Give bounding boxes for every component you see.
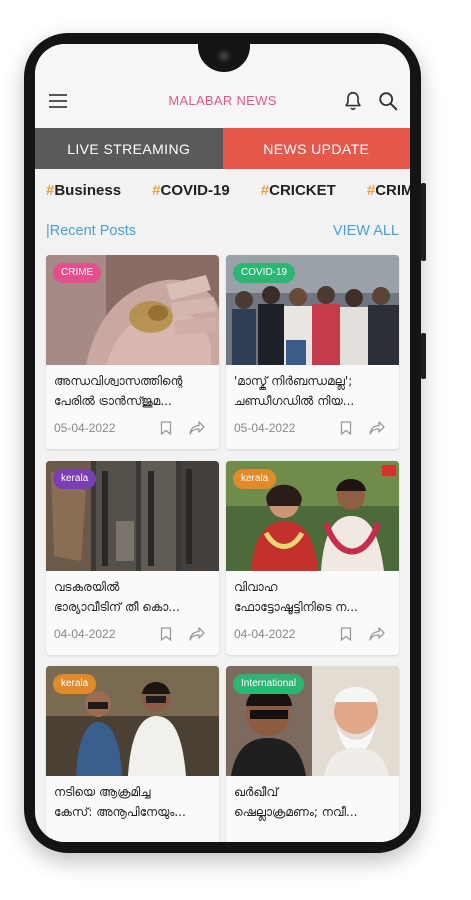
post-card[interactable]: International ഖർഖീവ് ഷെല്ലാക്രമണം; നവീ..… [226,666,399,842]
headline-line-1: അന്ധവിശ്വാസത്തിന്റെ [54,374,183,388]
bell-icon[interactable] [342,90,364,112]
hashtag-bar: #Business #COVID-19 #CRICKET #CRIME [35,169,410,213]
hashtag-label: Business [54,182,122,199]
bookmark-icon[interactable] [340,421,352,435]
post-headline: നടിയെ ആക്രമിച്ച കേസ്: അനൂപിനേയും... [54,782,214,822]
headline-line-2: ഭാര്യാവീടിന് തീ കൊ... [54,600,180,614]
post-card[interactable]: COVID-19 'മാസ്ക് നിർബന്ധമല്ല'; ചണ്ഡീഗഡിൽ… [226,255,399,449]
post-date: 04-04-2022 [54,627,116,641]
tab-live-streaming[interactable]: LIVE STREAMING [35,128,223,169]
recent-posts-header: |Recent Posts VIEW ALL [35,220,410,244]
headline-line-1: നടിയെ ആക്രമിച്ച [54,785,151,799]
view-all-link[interactable]: VIEW ALL [333,223,399,239]
category-badge: kerala [53,469,97,489]
post-card[interactable]: kerala നടിയെ ആക്രമിച്ച കേസ്: അനൂപിനേയും.… [46,666,219,842]
headline-line-2: പേരിൽ ട്രാൻസ്ജുമ... [54,394,172,408]
headline-line-2: കേസ്: അനൂപിനേയും... [54,805,186,819]
post-headline: ഖർഖീവ് ഷെല്ലാക്രമണം; നവീ... [234,782,394,822]
section-title: |Recent Posts [46,223,137,239]
category-badge: COVID-19 [233,263,296,283]
post-date: 05-04-2022 [54,421,116,435]
category-badge: CRIME [53,263,102,283]
hashtag-crime[interactable]: #CRIME [367,182,410,199]
tab-news-update[interactable]: NEWS UPDATE [222,128,410,169]
app-screen: MALABAR NEWS LIVE STREAMING NEWS UPDATE … [35,44,410,842]
tab-bar: LIVE STREAMING NEWS UPDATE [35,128,410,169]
share-icon[interactable] [189,627,205,641]
hashtag-label: CRICKET [269,182,336,199]
bookmark-icon[interactable] [160,627,172,641]
category-badge: kerala [53,674,97,694]
power-button [421,183,426,261]
headline-line-2: ഫോട്ടോഷൂട്ടിനിടെ ന... [234,600,358,614]
post-card[interactable]: CRIME അന്ധവിശ്വാസത്തിന്റെ പേരിൽ ട്രാൻസ്ജ… [46,255,219,449]
post-date: 04-04-2022 [234,627,296,641]
hashtag-label: COVID-19 [160,182,230,199]
search-icon[interactable] [377,90,399,112]
hashtag-covid[interactable]: #COVID-19 [152,182,230,199]
share-icon[interactable] [189,421,205,435]
headline-line-2: ചണ്ഡീഗഡിൽ നിയ... [234,394,355,408]
hashtag-label: CRIME [375,182,410,199]
headline-line-1: വിവാഹ [234,580,278,594]
post-card[interactable]: kerala വടകരയിൽ ഭാര്യാവീടിന് തീ കൊ... 04-… [46,461,219,655]
post-headline: 'മാസ്ക് നിർബന്ധമല്ല'; ചണ്ഡീഗഡിൽ നിയ... [234,371,394,411]
hash-symbol: # [260,182,270,199]
volume-button [421,333,426,379]
post-headline: അന്ധവിശ്വാസത്തിന്റെ പേരിൽ ട്രാൻസ്ജുമ... [54,371,214,411]
headline-line-1: ഖർഖീവ് [234,785,278,799]
camera-lens [217,49,231,63]
share-icon[interactable] [369,627,385,641]
post-card[interactable]: kerala വിവാഹ ഫോട്ടോഷൂട്ടിനിടെ ന... 04-04… [226,461,399,655]
category-badge: kerala [233,469,277,489]
bookmark-icon[interactable] [160,421,172,435]
hashtag-cricket[interactable]: #CRICKET [261,182,336,199]
bookmark-icon[interactable] [340,627,352,641]
post-headline: വടകരയിൽ ഭാര്യാവീടിന് തീ കൊ... [54,577,214,617]
hashtag-business[interactable]: #Business [46,182,121,199]
headline-line-1: 'മാസ്ക് നിർബന്ധമല്ല'; [234,374,353,388]
headline-line-2: ഷെല്ലാക്രമണം; നവീ... [234,805,358,819]
category-badge: International [233,674,305,694]
post-date: 05-04-2022 [234,421,296,435]
share-icon[interactable] [369,421,385,435]
post-headline: വിവാഹ ഫോട്ടോഷൂട്ടിനിടെ ന... [234,577,394,617]
hash-symbol: # [366,182,376,199]
headline-line-1: വടകരയിൽ [54,580,120,594]
